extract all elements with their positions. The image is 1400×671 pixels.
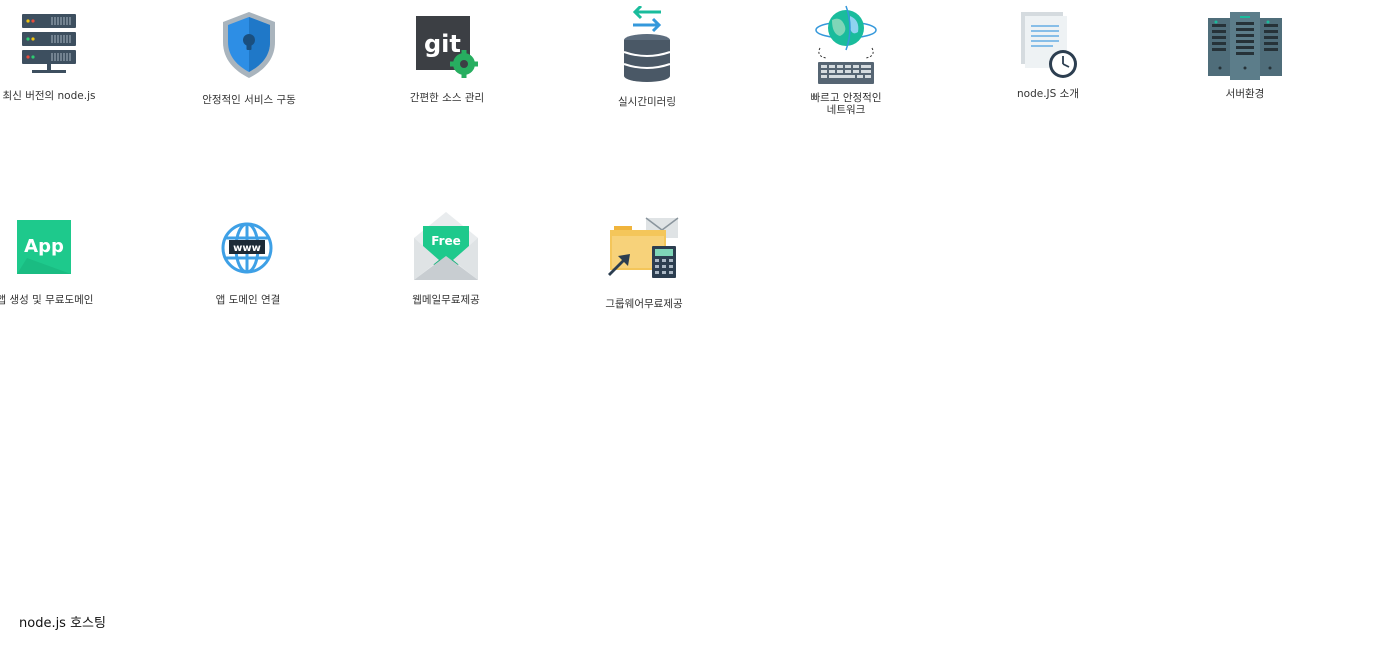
server-rack-icon xyxy=(1208,12,1282,80)
tile-label: 빠르고 안정적인 네트워크 xyxy=(810,92,882,116)
page-title: node.js 호스팅 xyxy=(19,616,106,631)
tile-label: node.JS 소개 xyxy=(1017,88,1079,100)
tile-label: 간편한 소스 관리 xyxy=(409,92,485,104)
app-icon-text: App xyxy=(24,236,64,257)
tile-label: 웹메일무료제공 xyxy=(412,294,480,306)
svg-text:git: git xyxy=(424,30,461,58)
free-mail-icon: Free xyxy=(414,212,478,280)
groupware-icon xyxy=(608,217,679,278)
tile-app-domain-link[interactable]: www 앱 도메인 연결 xyxy=(188,222,308,306)
tile-source-control[interactable]: git 간편한 소스 관리 xyxy=(387,16,507,104)
tile-label: 앱 생성 및 무료도메인 xyxy=(0,294,94,306)
tile-label: 실시간미러링 xyxy=(618,96,676,108)
www-globe-icon: www xyxy=(221,222,273,274)
shield-lock-icon xyxy=(223,12,275,78)
tile-label: 앱 도메인 연결 xyxy=(215,294,281,306)
globe-network-icon xyxy=(815,5,877,84)
git-icon: git xyxy=(416,16,478,78)
tile-label: 그룹웨어무료제공 xyxy=(605,298,683,310)
tile-free-webmail[interactable]: Free 웹메일무료제공 xyxy=(386,212,506,306)
app-icon: App xyxy=(17,220,71,274)
tile-label: 안정적인 서비스 구동 xyxy=(202,94,296,106)
tile-latest-nodejs[interactable]: 최신 버전의 node.js xyxy=(0,12,109,102)
www-icon-text: www xyxy=(233,243,261,254)
free-icon-text: Free xyxy=(431,234,461,248)
tile-app-free-domain[interactable]: App 앱 생성 및 무료도메인 xyxy=(0,220,105,306)
tile-realtime-mirroring[interactable]: 실시간미러링 xyxy=(587,6,707,108)
server-icon xyxy=(22,14,76,73)
tile-network[interactable]: 빠르고 안정적인 네트워크 xyxy=(786,4,906,116)
database-sync-icon xyxy=(623,6,671,82)
tile-nodejs-intro[interactable]: node.JS 소개 xyxy=(988,10,1108,100)
document-clock-icon xyxy=(1021,12,1077,78)
service-grid-page: 최신 버전의 node.js 안정적인 서비스 구동 git 간편한 소스 관리 xyxy=(0,0,1400,671)
tile-stable-service[interactable]: 안정적인 서비스 구동 xyxy=(189,10,309,106)
tile-label: 서버환경 xyxy=(1225,88,1265,100)
tile-free-groupware[interactable]: 그룹웨어무료제공 xyxy=(584,216,704,310)
tile-label: 최신 버전의 node.js xyxy=(2,90,96,102)
tile-server-environment[interactable]: 서버환경 xyxy=(1185,12,1305,100)
